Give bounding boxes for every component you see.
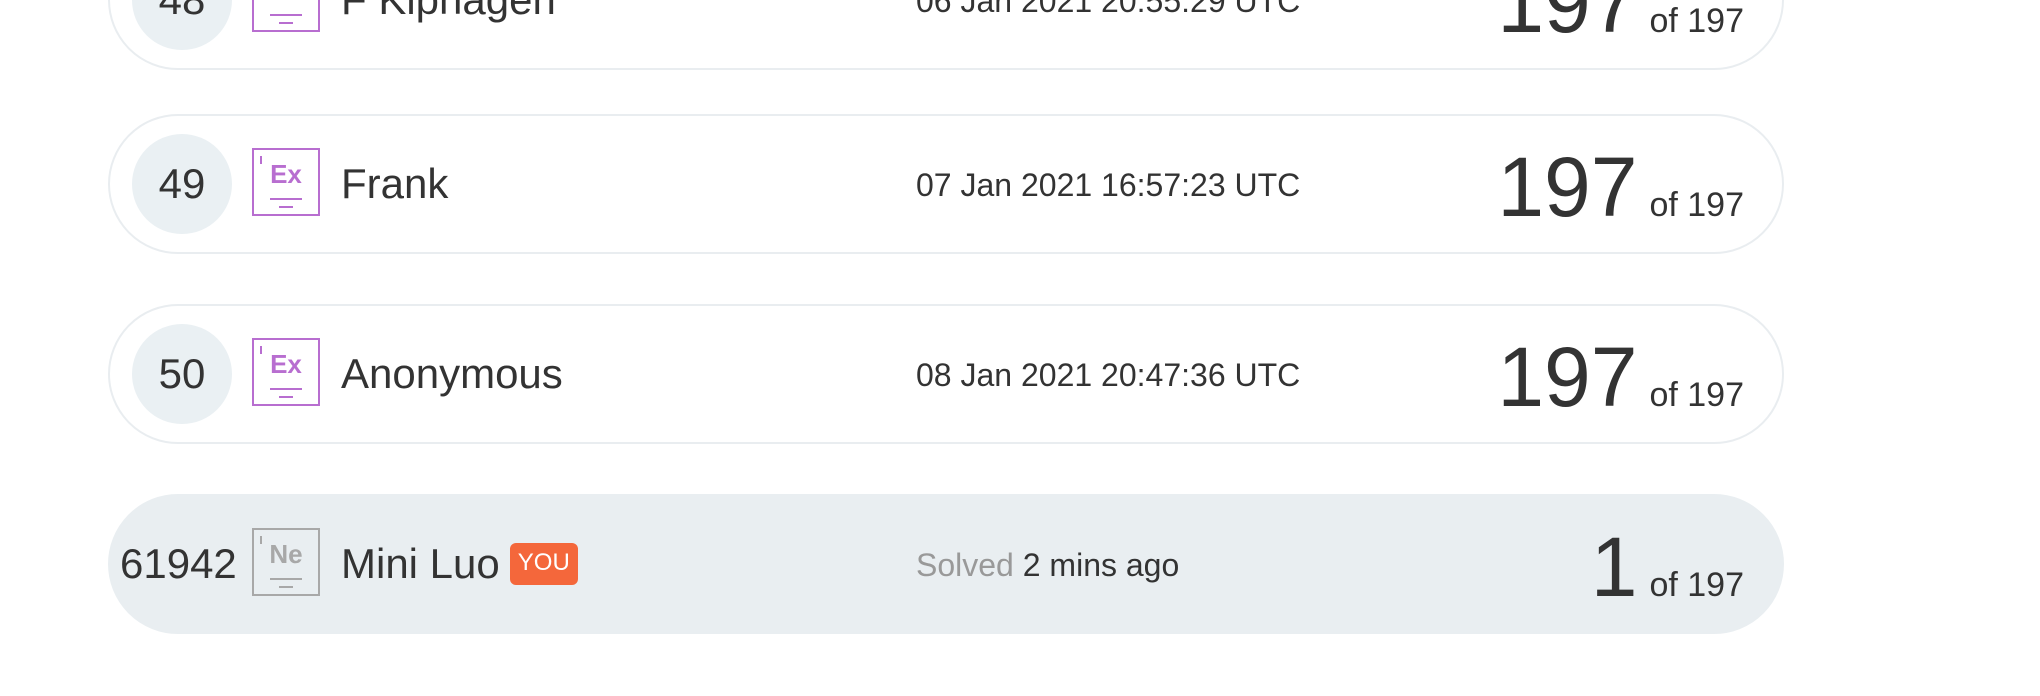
you-badge: YOU — [509, 542, 578, 585]
player-name-text: Mini Luo — [341, 540, 500, 587]
solve-timestamp: Solved 2 mins ago — [916, 546, 1179, 584]
player-name: Mini Luo YOU — [341, 538, 578, 590]
leaderboard-row-50: 50 Ex Anonymous 08 Jan 2021 20:47:36 UTC… — [108, 304, 1784, 444]
solve-timestamp: 07 Jan 2021 16:57:23 UTC — [916, 167, 1301, 203]
level-symbol: Ex — [270, 159, 302, 189]
score: 197 of 197 — [1497, 332, 1744, 422]
player-name: Frank — [341, 160, 449, 207]
expert-level-icon: Ex — [252, 148, 320, 216]
level-symbol: Ex — [254, 0, 318, 4]
score: 197 of 197 — [1497, 142, 1744, 232]
player-name: F Kiphagen — [341, 0, 556, 26]
rank-badge: 50 — [132, 324, 232, 424]
score: 197 of 197 — [1497, 0, 1744, 48]
player-name: Anonymous — [341, 350, 563, 397]
level-symbol: Ne — [269, 539, 303, 569]
solved-when: 2 mins ago — [1022, 547, 1180, 583]
score-total: of 197 — [1649, 2, 1744, 40]
leaderboard-row-49: 49 Ex Frank 07 Jan 2021 16:57:23 UTC 197… — [108, 114, 1784, 254]
level-symbol: Ex — [270, 349, 302, 379]
rank-badge: 61942 — [120, 540, 237, 587]
leaderboard: 48 Ex F Kiphagen 06 Jan 2021 20:55:29 UT… — [0, 0, 2040, 696]
solved-label: Solved — [916, 547, 1014, 583]
score-value: 1 — [1590, 520, 1638, 614]
newbie-level-icon: Ne — [252, 528, 320, 596]
score-total: of 197 — [1649, 566, 1744, 604]
score: 1 of 197 — [1591, 522, 1744, 612]
solve-timestamp: 06 Jan 2021 20:55:29 UTC — [916, 0, 1301, 19]
score-value: 197 — [1497, 140, 1638, 234]
score-value: 197 — [1497, 0, 1638, 50]
leaderboard-row-48: 48 Ex F Kiphagen 06 Jan 2021 20:55:29 UT… — [108, 0, 1784, 70]
score-total: of 197 — [1649, 186, 1744, 224]
expert-level-icon: Ex — [252, 0, 320, 32]
rank-badge: 49 — [132, 134, 232, 234]
rank-badge: 48 — [132, 0, 232, 50]
score-total: of 197 — [1649, 376, 1744, 414]
score-value: 197 — [1497, 330, 1638, 424]
expert-level-icon: Ex — [252, 338, 320, 406]
leaderboard-row-current-user: 61942 Ne Mini Luo YOU Solved 2 mins ago 1… — [108, 494, 1784, 634]
solve-timestamp: 08 Jan 2021 20:47:36 UTC — [916, 357, 1301, 393]
